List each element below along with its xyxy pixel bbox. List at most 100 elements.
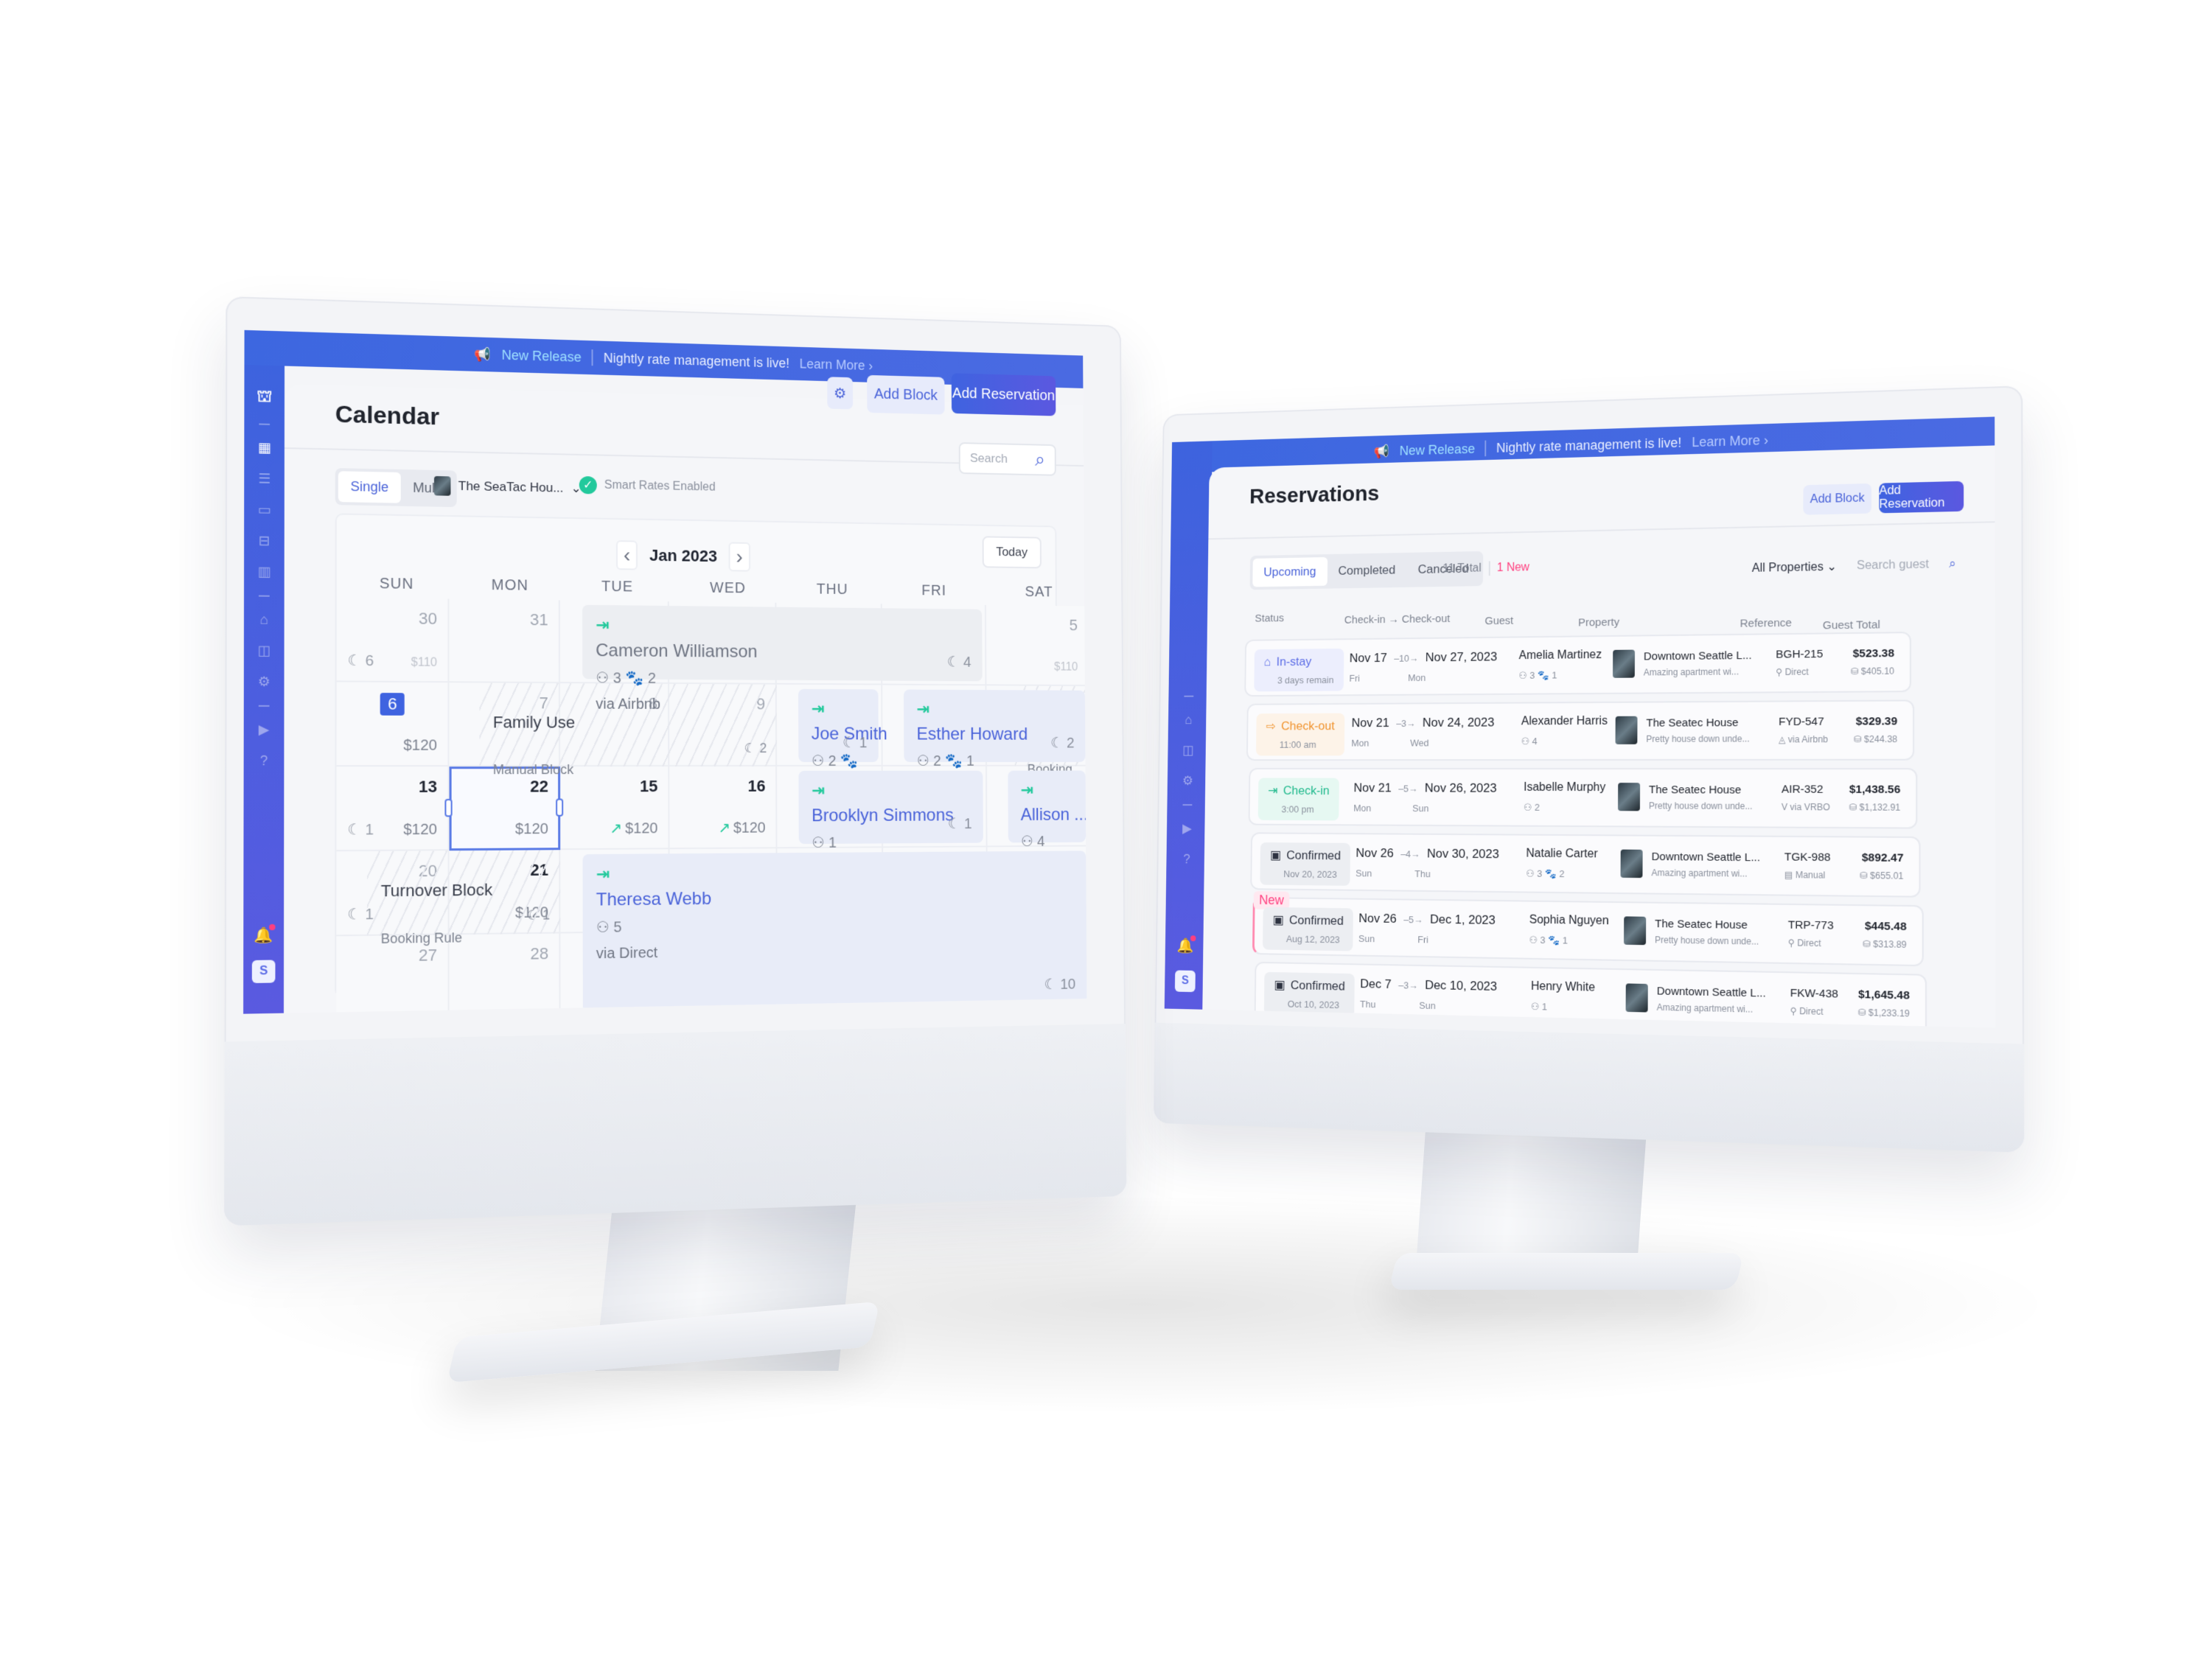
add-block-button[interactable]: Add Block bbox=[867, 374, 945, 415]
video-icon[interactable]: ▶ bbox=[259, 722, 270, 738]
total-amount: $445.48 bbox=[1864, 919, 1907, 934]
status-badge: ▣ Confirmed Aug 12, 2023 bbox=[1263, 907, 1354, 951]
smart-rates-label: Smart Rates Enabled bbox=[604, 478, 716, 494]
calendar-search-input[interactable]: Search ⌕ bbox=[958, 442, 1056, 476]
nights-arrow: –5→ bbox=[1398, 783, 1418, 794]
reservation-row[interactable]: ⇨ Check-out 11:00 am Nov 21 –3→ Nov 24, 2023 M… bbox=[1246, 699, 1915, 761]
learn-more-link[interactable]: Learn More › bbox=[1692, 433, 1768, 450]
add-reservation-button[interactable]: Add Reservation bbox=[1879, 481, 1964, 514]
property-filter[interactable]: All Properties ⌄ bbox=[1752, 559, 1837, 576]
user-avatar[interactable]: S bbox=[1174, 970, 1196, 993]
search-icon[interactable]: ⌕ bbox=[1949, 558, 1955, 572]
calendar-block[interactable]: Family Use Manual Block ☾ 2 bbox=[479, 682, 778, 777]
chevron-down-icon: ⌄ bbox=[1827, 560, 1838, 574]
integrations-icon[interactable]: ◫ bbox=[257, 643, 271, 659]
property-description: Pretty house down unde... bbox=[1646, 733, 1750, 744]
reservation-bar[interactable]: ⇥ Theresa Webb ⚇ 5 via Direct ☾ 10 bbox=[582, 851, 1087, 1013]
view-single-button[interactable]: Single bbox=[338, 471, 401, 503]
home-icon[interactable]: ⌂ bbox=[260, 612, 268, 628]
calendar-day-cell[interactable]: 22 $120 bbox=[444, 766, 564, 851]
home-icon[interactable]: ⌂ bbox=[1184, 713, 1192, 727]
property-thumbnail bbox=[1624, 916, 1647, 946]
reference-code: AIR-352 bbox=[1781, 783, 1824, 796]
person-icon: ⚇ bbox=[596, 919, 614, 936]
bell-icon[interactable]: 🔔 bbox=[1177, 935, 1196, 955]
calendar-day-cell[interactable]: 30 $110 ☾ 6 bbox=[336, 597, 450, 683]
reservation-bar[interactable]: ⇥Esther Howard⚇ 2 🐾 1via Direct☾ 2 bbox=[904, 689, 1086, 794]
dashboard-icon[interactable]: ▦ bbox=[258, 440, 271, 456]
reservation-row[interactable]: ▣ Confirmed Nov 20, 2023 Nov 26 –4→ Nov 30, 2… bbox=[1250, 832, 1921, 898]
guest-search-input[interactable]: Search guest bbox=[1857, 558, 1929, 573]
reservation-bar[interactable]: ⇥Joe Smith⚇ 2 🐾 1via Airbnb☾ 1 bbox=[798, 688, 887, 828]
check-out-date: Nov 24, 2023 bbox=[1422, 715, 1495, 730]
logo-icon[interactable]: ⛫ bbox=[257, 386, 272, 408]
person-icon: ⚇ bbox=[916, 753, 934, 769]
guest-counts: ⚇ 3 🐾 2 bbox=[596, 668, 970, 689]
chart-icon[interactable]: ▥ bbox=[257, 564, 271, 580]
help-icon[interactable]: ? bbox=[260, 753, 268, 769]
banner-divider bbox=[591, 349, 593, 366]
tab-upcoming[interactable]: Upcoming bbox=[1252, 556, 1327, 587]
prev-month-button[interactable]: ‹ bbox=[615, 540, 638, 570]
reservation-row[interactable]: ⇥ Check-in 3:00 pm Nov 21 –5→ Nov 26, 2023 Mon… bbox=[1248, 767, 1918, 829]
block-name: Family Use bbox=[492, 713, 576, 732]
reservation-row[interactable]: New ▣ Confirmed Aug 12, 2023 Nov 26 –5→ Dec 1,… bbox=[1252, 891, 1924, 967]
calendar-day-cell[interactable]: 31 bbox=[449, 598, 560, 684]
reservation-bar[interactable]: ⇥Allison ...⚇ 4via VRBO bbox=[1008, 770, 1086, 892]
next-month-button[interactable]: › bbox=[728, 542, 750, 572]
status-detail: 11:00 am bbox=[1279, 738, 1316, 750]
confirmed-icon: ▣ bbox=[1274, 977, 1285, 992]
list-icon[interactable]: ☰ bbox=[258, 471, 271, 487]
reservation-row[interactable]: ▣ Confirmed Oct 10, 2023 Dec 7 –3→ Dec 10, 20… bbox=[1254, 961, 1927, 1028]
integrations-icon[interactable]: ◫ bbox=[1182, 743, 1194, 758]
guest-count: 1 bbox=[1541, 1001, 1548, 1013]
add-block-button[interactable]: Add Block bbox=[1803, 483, 1871, 515]
calendar-day-cell[interactable]: 15 ↗ $120 bbox=[560, 766, 670, 851]
price-value: $120 bbox=[403, 821, 438, 839]
property-thumbnail bbox=[1618, 783, 1641, 811]
bell-icon[interactable]: 🔔 bbox=[254, 923, 276, 945]
calendar-day-cell[interactable]: 5 $110 bbox=[985, 604, 1087, 687]
calendar-day-cell[interactable]: 6 $120 bbox=[336, 682, 450, 767]
calendar-icon[interactable]: ▭ bbox=[258, 502, 271, 518]
nightly-price: $120 bbox=[403, 822, 437, 839]
check-out-weekday: Thu bbox=[1414, 868, 1431, 880]
price-value: $110 bbox=[411, 656, 438, 669]
reservation-bar[interactable]: ⇥Brooklyn Simmons⚇ 1via Airbnb☾ 1 bbox=[798, 770, 983, 877]
settings-icon[interactable]: ⚙ bbox=[258, 674, 271, 691]
checkout-icon: ⇨ bbox=[1266, 719, 1276, 733]
property-selector[interactable]: The SeaTac Hou... ⌄ bbox=[433, 475, 582, 498]
reservation-bar[interactable]: ⇥ Cameron Williamson ⚇ 3 🐾 2 via Airbnb ☾ 4 bbox=[582, 604, 983, 713]
resize-handle-left[interactable] bbox=[444, 798, 453, 817]
settings-button[interactable]: ⚙ bbox=[827, 377, 854, 410]
resize-handle-right[interactable] bbox=[556, 798, 564, 817]
column-guest: Guest bbox=[1484, 614, 1514, 628]
calendar-day-cell[interactable]: 16 ↗ $120 bbox=[669, 766, 778, 850]
left-monitor-bezel: 📢 New Release Nightly rate management is… bbox=[224, 296, 1127, 1226]
inbox-icon[interactable]: ⊟ bbox=[259, 533, 271, 549]
today-button[interactable]: Today bbox=[982, 536, 1042, 569]
reference-code: BGH-215 bbox=[1776, 647, 1824, 661]
booking-channel: ◬ via Airbnb bbox=[1779, 734, 1828, 744]
tab-completed[interactable]: Completed bbox=[1327, 556, 1406, 586]
status-badge: ⇥ Check-in 3:00 pm bbox=[1257, 778, 1340, 821]
property-thumbnail bbox=[1625, 983, 1648, 1013]
add-reservation-button[interactable]: Add Reservation bbox=[951, 373, 1056, 416]
settings-icon[interactable]: ⚙ bbox=[1182, 774, 1193, 789]
video-icon[interactable]: ▶ bbox=[1182, 821, 1192, 836]
calendar-block[interactable]: Turnover Block Booking Rule ☾ 1 bbox=[367, 850, 561, 946]
smart-rates-status: ✓ Smart Rates Enabled bbox=[579, 475, 716, 497]
learn-more-link[interactable]: Learn More › bbox=[800, 356, 873, 374]
sidebar-divider bbox=[258, 705, 270, 707]
calendar-day-cell[interactable]: 13 $120 ☾ 1 bbox=[336, 766, 450, 852]
property-description: Pretty house down unde... bbox=[1655, 934, 1759, 947]
payout-icon: ⛁ bbox=[1849, 802, 1860, 813]
guest-info: Natalie Carter ⚇ 3 🐾 2 bbox=[1526, 848, 1597, 881]
user-avatar[interactable]: S bbox=[251, 960, 276, 983]
reservation-row[interactable]: ⌂ In-stay 3 days remain Nov 17 –10→ Nov 27, 2… bbox=[1244, 632, 1911, 697]
column-property: Property bbox=[1578, 615, 1620, 629]
property-info: Downtown Seattle L... Amazing apartment w… bbox=[1613, 649, 1752, 678]
help-icon[interactable]: ? bbox=[1183, 852, 1190, 867]
check-in-date: Dec 7 bbox=[1360, 977, 1392, 991]
status-label: Confirmed bbox=[1288, 913, 1344, 928]
